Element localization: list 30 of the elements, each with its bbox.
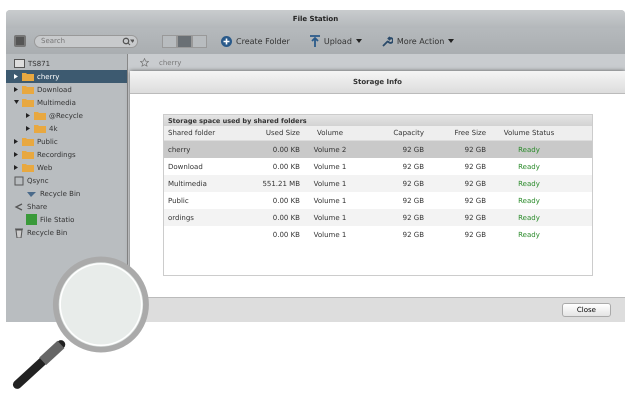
square-icon — [14, 176, 24, 186]
plus-circle-icon — [221, 36, 232, 46]
expanded-triangle-icon[interactable] — [14, 100, 19, 105]
folder-icon — [34, 124, 46, 133]
collapsed-triangle-icon[interactable] — [14, 165, 19, 170]
collapsed-triangle-icon[interactable] — [26, 126, 31, 131]
upload-button[interactable]: Upload — [304, 35, 368, 47]
upload-arrow-icon — [310, 35, 320, 47]
collapsed-triangle-icon[interactable] — [14, 87, 19, 92]
folder-icon — [22, 85, 34, 94]
collapsed-triangle-icon[interactable] — [14, 74, 19, 79]
folder-icon — [22, 98, 34, 107]
star-icon[interactable] — [140, 58, 149, 67]
collapsed-triangle-icon[interactable] — [14, 139, 19, 144]
more-action-button[interactable]: More Action — [376, 36, 460, 46]
share-icon — [14, 202, 24, 212]
folder-icon — [22, 163, 34, 172]
folder-icon — [22, 72, 34, 81]
folder-icon — [22, 150, 34, 159]
collapsed-triangle-icon[interactable] — [26, 113, 31, 118]
collapsed-triangle-icon[interactable] — [14, 152, 19, 157]
caret-icon — [356, 39, 362, 43]
folder-icon — [34, 111, 46, 120]
sidebar-toggle-icon[interactable] — [14, 35, 26, 47]
caret-icon — [448, 39, 454, 43]
trash-icon — [14, 227, 24, 238]
create-folder-button[interactable]: Create Folder — [215, 36, 296, 46]
app-icon — [26, 214, 37, 225]
folder-icon — [22, 137, 34, 146]
wrench-icon — [382, 36, 393, 46]
